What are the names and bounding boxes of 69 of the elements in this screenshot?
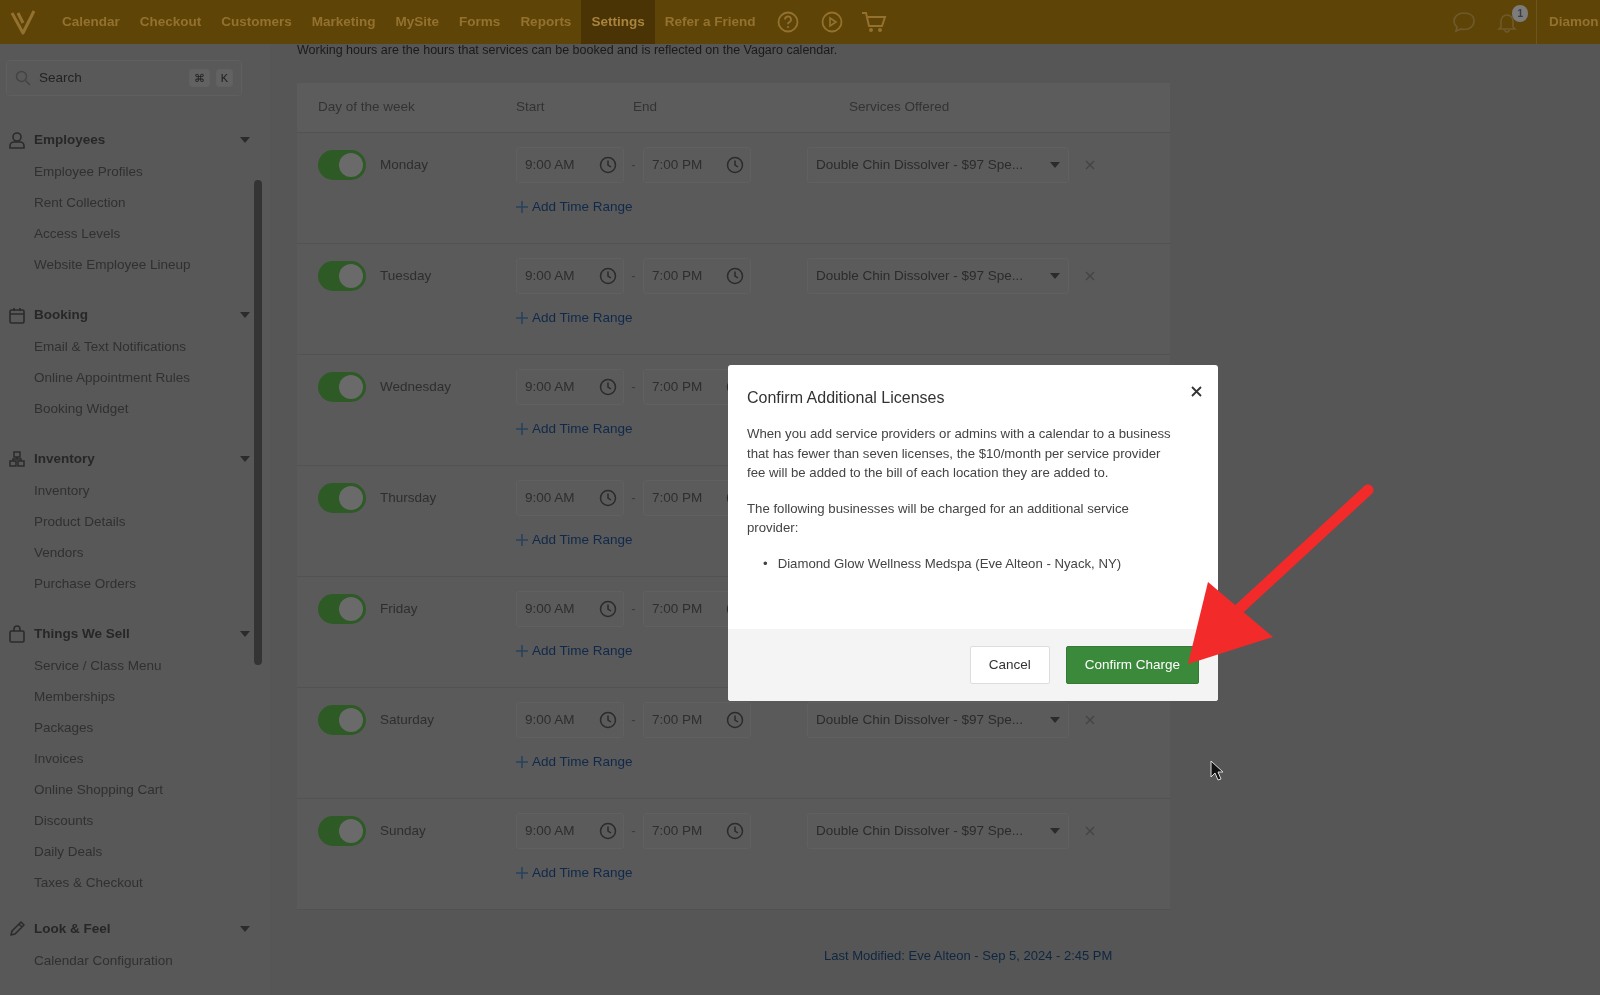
- cart-icon[interactable]: [861, 10, 888, 34]
- bag-icon: [8, 625, 26, 643]
- scrollbar[interactable]: [254, 180, 262, 665]
- dialog-paragraph: When you add service providers or admins with a calendar to a business that has fewer than seven licenses, the $10/month per service provider fee will be added to the bill of each location they are added to.: [747, 425, 1172, 482]
- clock-icon: [726, 156, 744, 174]
- play-icon[interactable]: [821, 11, 844, 33]
- plus-icon: [516, 645, 528, 658]
- clock-icon: [599, 267, 617, 285]
- dash-separator: -: [630, 267, 637, 286]
- search-field[interactable]: Search: [37, 66, 183, 90]
- clock-icon: [599, 822, 617, 840]
- plus-icon: [516, 756, 528, 769]
- shortcut-key: K: [215, 68, 233, 88]
- plus-icon: [516, 312, 528, 325]
- dash-separator: -: [630, 822, 637, 841]
- cancel-button[interactable]: Cancel: [969, 646, 1050, 684]
- search-box[interactable]: Search ⌘ K: [6, 60, 242, 96]
- boxes-icon: [8, 450, 26, 468]
- add-time-range-link[interactable]: Add Time Range: [516, 641, 633, 662]
- dash-separator: -: [630, 156, 637, 175]
- calendar-icon: [8, 306, 26, 324]
- caret-icon: [1050, 162, 1060, 168]
- clock-icon: [726, 711, 744, 729]
- toggle-switch[interactable]: [318, 705, 366, 735]
- help-icon[interactable]: [777, 11, 800, 33]
- nav-tab[interactable]: Settings: [581, 0, 655, 44]
- person-icon: [8, 131, 26, 149]
- add-time-range-link[interactable]: Add Time Range: [516, 197, 633, 218]
- chat-icon[interactable]: [1452, 11, 1476, 33]
- toggle-switch[interactable]: [318, 816, 366, 846]
- toggle-switch[interactable]: [318, 150, 366, 180]
- clock-icon: [599, 378, 617, 396]
- add-time-range-link[interactable]: Add Time Range: [516, 863, 633, 884]
- dash-separator: -: [630, 489, 637, 508]
- toggle-switch[interactable]: [318, 261, 366, 291]
- add-time-range-link[interactable]: Add Time Range: [516, 419, 633, 440]
- add-time-range-link[interactable]: Add Time Range: [516, 308, 633, 329]
- notification-badge: 1: [1512, 5, 1528, 22]
- clock-icon: [599, 156, 617, 174]
- clock-icon: [726, 822, 744, 840]
- plus-icon: [516, 423, 528, 436]
- plus-icon: [516, 867, 528, 880]
- bullet: •: [763, 554, 768, 573]
- confirm-button[interactable]: Confirm Charge: [1065, 646, 1199, 684]
- toggle-switch[interactable]: [318, 483, 366, 513]
- cursor-icon: [1210, 760, 1224, 782]
- pencil-icon: [8, 920, 26, 938]
- list-item: Diamond Glow Wellness Medspa (Eve Alteon - Nyack, NY): [777, 554, 1122, 573]
- plus-icon: [516, 534, 528, 547]
- dash-separator: -: [630, 711, 637, 730]
- clock-icon: [599, 711, 617, 729]
- caret-icon: [1050, 717, 1060, 723]
- add-time-range-link[interactable]: Add Time Range: [516, 530, 633, 551]
- caret-icon: [1050, 273, 1060, 279]
- last-modified-text: Last Modified: Eve Alteon - Sep 5, 2024 - 2:45 PM: [824, 947, 1113, 965]
- dash-separator: -: [630, 378, 637, 397]
- plus-icon: [516, 201, 528, 214]
- close-icon: [1191, 386, 1202, 398]
- description-text: Working hours are the hours that services can be booked and is reflected on the Vagaro calendar.: [297, 42, 839, 57]
- clock-icon: [599, 600, 617, 618]
- bell-icon[interactable]: [1496, 11, 1518, 33]
- toggle-switch[interactable]: [318, 372, 366, 402]
- add-time-range-link[interactable]: Add Time Range: [516, 752, 633, 773]
- caret-icon: [1050, 828, 1060, 834]
- clock-icon: [726, 267, 744, 285]
- toggle-switch[interactable]: [318, 594, 366, 624]
- shortcut-key: ⌘: [188, 68, 210, 88]
- clock-icon: [599, 489, 617, 507]
- dash-separator: -: [630, 600, 637, 619]
